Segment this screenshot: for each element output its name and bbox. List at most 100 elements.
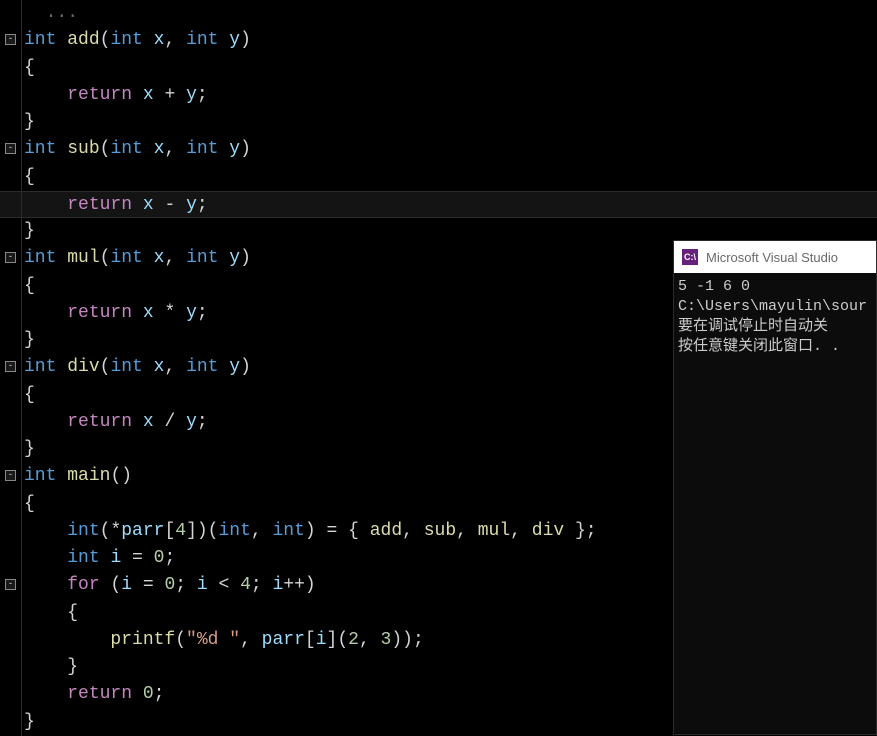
token-pun: ): [240, 357, 251, 377]
gutter: -: [0, 572, 22, 599]
token-fn: add: [370, 521, 402, 541]
fold-toggle[interactable]: -: [5, 143, 16, 154]
token-var: parr: [121, 521, 164, 541]
token-pun: [24, 548, 67, 568]
token-var: y: [229, 357, 240, 377]
token-kw: int: [186, 357, 218, 377]
token-kw: int: [110, 139, 142, 159]
gutter: [0, 491, 22, 518]
token-num: 0: [164, 575, 175, 595]
code-line[interactable]: -int sub(int x, int y): [0, 136, 877, 163]
token-pun: {: [24, 603, 78, 623]
token-pun: ));: [391, 630, 423, 650]
token-num: 0: [143, 684, 154, 704]
fold-toggle[interactable]: -: [5, 361, 16, 372]
token-num: 0: [154, 548, 165, 568]
token-pun: [143, 30, 154, 50]
token-fn: main: [67, 466, 110, 486]
token-kw: int: [110, 30, 142, 50]
token-kw: int: [67, 548, 99, 568]
token-pun: (: [100, 30, 111, 50]
gutter: [0, 382, 22, 409]
token-pun: ) = {: [305, 521, 370, 541]
token-pun: {: [24, 276, 35, 296]
token-pun: ;: [164, 548, 175, 568]
token-pun: }: [24, 221, 35, 241]
token-num: 3: [381, 630, 392, 650]
token-op: return: [67, 303, 132, 323]
token-pun: [56, 357, 67, 377]
gutter: [0, 273, 22, 300]
token-fn: sub: [67, 139, 99, 159]
token-pun: }: [24, 439, 35, 459]
token-str: "%d ": [186, 630, 240, 650]
console-titlebar[interactable]: C:\ Microsoft Visual Studio: [674, 241, 876, 273]
token-op: return: [67, 195, 132, 215]
token-pun: [143, 248, 154, 268]
gutter: -: [0, 463, 22, 490]
gutter: -: [0, 354, 22, 381]
token-pun: [132, 85, 143, 105]
token-var: i: [273, 575, 284, 595]
code-line[interactable]: ...: [0, 0, 877, 27]
gutter: [0, 109, 22, 136]
gutter: [0, 192, 22, 217]
gutter: [0, 709, 22, 736]
fold-toggle[interactable]: -: [5, 579, 16, 590]
code-line[interactable]: return x + y;: [0, 82, 877, 109]
token-num: 2: [348, 630, 359, 650]
token-var: i: [110, 548, 121, 568]
token-pun: ,: [510, 521, 532, 541]
token-pun: [56, 30, 67, 50]
token-pun: };: [564, 521, 596, 541]
token-pun: [: [305, 630, 316, 650]
token-pun: =: [121, 548, 153, 568]
token-pun: [218, 30, 229, 50]
code-line[interactable]: {: [0, 164, 877, 191]
token-kw: int: [186, 139, 218, 159]
gutter: [0, 545, 22, 572]
token-pun: [24, 575, 67, 595]
token-fn: mul: [67, 248, 99, 268]
token-pun: ;: [197, 195, 208, 215]
token-pun: ,: [164, 248, 186, 268]
token-pun: [100, 548, 111, 568]
token-pun: [143, 139, 154, 159]
token-pun: /: [154, 412, 186, 432]
token-pun: (: [100, 357, 111, 377]
token-var: y: [229, 248, 240, 268]
code-line[interactable]: }: [0, 109, 877, 136]
token-pun: (*: [100, 521, 122, 541]
token-pun: ,: [164, 357, 186, 377]
token-pun: ;: [175, 575, 197, 595]
console-window: C:\ Microsoft Visual Studio 5 -1 6 0 C:\…: [673, 240, 877, 735]
token-pun: +: [154, 85, 186, 105]
code-line[interactable]: {: [0, 55, 877, 82]
token-var: x: [143, 195, 154, 215]
token-var: i: [316, 630, 327, 650]
fold-toggle[interactable]: -: [5, 470, 16, 481]
token-op: return: [67, 85, 132, 105]
fold-toggle[interactable]: -: [5, 34, 16, 45]
gutter: [0, 681, 22, 708]
gutter: [0, 436, 22, 463]
token-pun: {: [24, 58, 35, 78]
code-line[interactable]: -int add(int x, int y): [0, 27, 877, 54]
vs-icon: C:\: [682, 249, 698, 265]
token-pun: [24, 303, 67, 323]
token-pun: }: [24, 657, 78, 677]
token-kw: int: [186, 30, 218, 50]
token-var: y: [186, 195, 197, 215]
token-pun: [24, 85, 67, 105]
token-pun: (: [100, 248, 111, 268]
token-pun: ): [240, 30, 251, 50]
gutter: -: [0, 136, 22, 163]
token-pun: }: [24, 712, 35, 732]
fold-toggle[interactable]: -: [5, 252, 16, 263]
token-pun: ;: [197, 412, 208, 432]
token-kw: int: [24, 357, 56, 377]
gutter: -: [0, 245, 22, 272]
token-pun: =: [132, 575, 164, 595]
token-pun: [: [164, 521, 175, 541]
code-line[interactable]: return x - y;: [0, 191, 877, 218]
